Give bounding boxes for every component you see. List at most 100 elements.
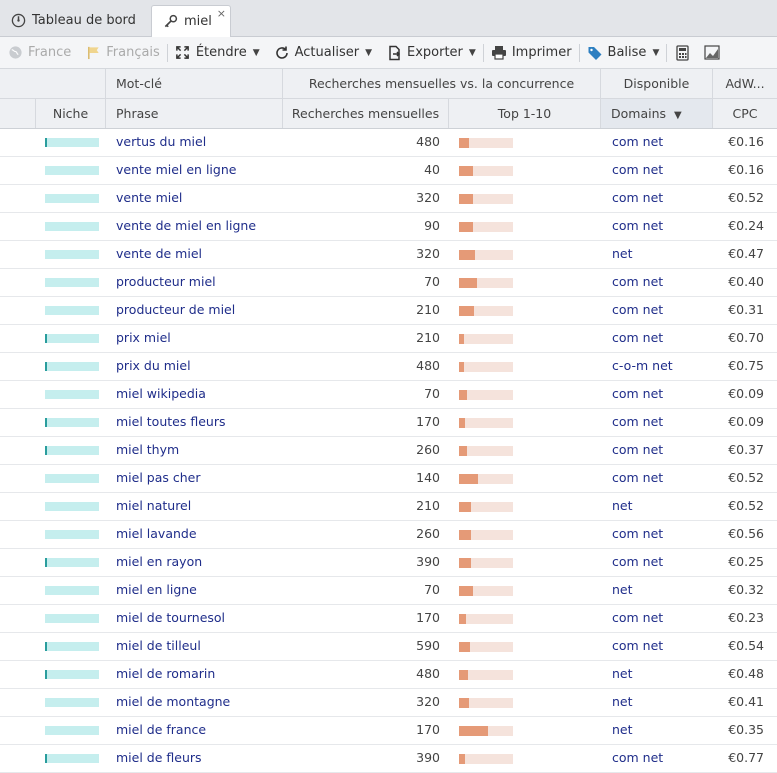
table-row[interactable]: miel pas cher 140 com net €0.52 (0, 465, 777, 493)
table-row[interactable]: prix du miel 480 c-o-m net €0.75 (0, 353, 777, 381)
top-competition-fill (459, 250, 475, 260)
table-row[interactable]: miel de france 170 net €0.35 (0, 717, 777, 745)
domains-available[interactable]: com net (612, 297, 663, 324)
cpc-value: €0.23 (728, 610, 764, 625)
domains-available[interactable]: com net (612, 605, 663, 632)
refresh-button[interactable]: Actualiser ▼ (267, 37, 379, 68)
niche-bar (45, 614, 99, 623)
tab-dashboard[interactable]: Tableau de bord (0, 5, 150, 36)
table-row[interactable]: producteur de miel 210 com net €0.31 (0, 297, 777, 325)
tab-miel[interactable]: miel × (151, 5, 231, 37)
column-domains[interactable]: Domains ▼ (601, 99, 713, 128)
table-row[interactable]: miel de tournesol 170 com net €0.23 (0, 605, 777, 633)
table-row[interactable]: miel toutes fleurs 170 com net €0.09 (0, 409, 777, 437)
domains-available[interactable]: net (612, 241, 633, 268)
phrase-link[interactable]: miel de tilleul (116, 633, 201, 660)
phrase-link[interactable]: vente miel en ligne (116, 157, 236, 184)
niche-bar (45, 642, 99, 651)
table-row[interactable]: miel de montagne 320 net €0.41 (0, 689, 777, 717)
domains-available[interactable]: com net (612, 633, 663, 660)
export-button[interactable]: Exporter ▼ (379, 37, 483, 68)
domains-available[interactable]: com net (612, 549, 663, 576)
domains-available[interactable]: com net (612, 325, 663, 352)
column-phrase[interactable]: Phrase (106, 99, 283, 128)
calculator-button[interactable] (667, 37, 697, 68)
phrase-link[interactable]: miel pas cher (116, 465, 201, 492)
phrase-link[interactable]: miel wikipedia (116, 381, 206, 408)
domains-available[interactable]: com net (612, 213, 663, 240)
domains-available[interactable]: net (612, 717, 633, 744)
phrase-link[interactable]: miel de fleurs (116, 745, 202, 772)
tag-icon (587, 45, 603, 61)
table-row[interactable]: miel de fleurs 390 com net €0.77 (0, 745, 777, 773)
phrase-link[interactable]: miel en ligne (116, 577, 197, 604)
domains-available[interactable]: com net (612, 157, 663, 184)
table-row[interactable]: producteur miel 70 com net €0.40 (0, 269, 777, 297)
column-niche[interactable]: Niche (36, 99, 106, 128)
table-row[interactable]: miel wikipedia 70 com net €0.09 (0, 381, 777, 409)
table-row[interactable]: miel thym 260 com net €0.37 (0, 437, 777, 465)
top-competition-fill (459, 138, 469, 148)
phrase-link[interactable]: miel lavande (116, 521, 197, 548)
top-competition-fill (459, 726, 488, 736)
domains-available[interactable]: com net (612, 409, 663, 436)
phrase-link[interactable]: miel thym (116, 437, 179, 464)
table-row[interactable]: miel de tilleul 590 com net €0.54 (0, 633, 777, 661)
tag-button[interactable]: Balise ▼ (580, 37, 667, 68)
column-volume[interactable]: Recherches mensuelles (283, 99, 449, 128)
tab-label: miel (184, 14, 212, 29)
domains-available[interactable]: net (612, 689, 633, 716)
phrase-link[interactable]: producteur miel (116, 269, 216, 296)
phrase-link[interactable]: vertus du miel (116, 129, 206, 156)
column-top[interactable]: Top 1-10 (449, 99, 601, 128)
monthly-searches: 320 (416, 246, 440, 261)
phrase-link[interactable]: miel toutes fleurs (116, 409, 225, 436)
phrase-link[interactable]: miel en rayon (116, 549, 202, 576)
expand-button[interactable]: Étendre ▼ (168, 37, 267, 68)
table-row[interactable]: vente miel 320 com net €0.52 (0, 185, 777, 213)
domains-available[interactable]: com net (612, 269, 663, 296)
domains-available[interactable]: com net (612, 521, 663, 548)
phrase-link[interactable]: miel de france (116, 717, 206, 744)
top-competition-fill (459, 306, 474, 316)
column-cpc[interactable]: CPC (713, 99, 777, 128)
table-row[interactable]: miel lavande 260 com net €0.56 (0, 521, 777, 549)
language-selector[interactable]: Français (78, 37, 167, 68)
close-icon[interactable]: × (217, 7, 226, 20)
phrase-link[interactable]: miel de tournesol (116, 605, 225, 632)
table-row[interactable]: vente de miel 320 net €0.47 (0, 241, 777, 269)
domains-available[interactable]: com net (612, 745, 663, 772)
niche-bar (45, 474, 99, 483)
domains-available[interactable]: net (612, 493, 633, 520)
phrase-link[interactable]: vente miel (116, 185, 182, 212)
domains-available[interactable]: net (612, 577, 633, 604)
table-row[interactable]: miel en ligne 70 net €0.32 (0, 577, 777, 605)
domains-available[interactable]: com net (612, 129, 663, 156)
domains-available[interactable]: com net (612, 465, 663, 492)
table-row[interactable]: vente miel en ligne 40 com net €0.16 (0, 157, 777, 185)
domains-available[interactable]: com net (612, 437, 663, 464)
table-row[interactable]: vente de miel en ligne 90 com net €0.24 (0, 213, 777, 241)
phrase-link[interactable]: prix miel (116, 325, 171, 352)
table-row[interactable]: prix miel 210 com net €0.70 (0, 325, 777, 353)
table-row[interactable]: vertus du miel 480 com net €0.16 (0, 129, 777, 157)
phrase-link[interactable]: vente de miel en ligne (116, 213, 256, 240)
chart-button[interactable] (697, 37, 727, 68)
table-row[interactable]: miel naturel 210 net €0.52 (0, 493, 777, 521)
phrase-link[interactable]: miel de montagne (116, 689, 230, 716)
domains-available[interactable]: com net (612, 185, 663, 212)
phrase-link[interactable]: vente de miel (116, 241, 202, 268)
table-row[interactable]: miel en rayon 390 com net €0.25 (0, 549, 777, 577)
expand-label: Étendre (195, 45, 247, 60)
phrase-link[interactable]: prix du miel (116, 353, 191, 380)
phrase-link[interactable]: miel de romarin (116, 661, 215, 688)
domains-available[interactable]: net (612, 661, 633, 688)
phrase-link[interactable]: producteur de miel (116, 297, 235, 324)
top-competition-bar (459, 446, 513, 456)
phrase-link[interactable]: miel naturel (116, 493, 191, 520)
domains-available[interactable]: c-o-m net (612, 353, 673, 380)
country-selector[interactable]: France (0, 37, 78, 68)
domains-available[interactable]: com net (612, 381, 663, 408)
table-row[interactable]: miel de romarin 480 net €0.48 (0, 661, 777, 689)
print-button[interactable]: Imprimer (484, 37, 579, 68)
